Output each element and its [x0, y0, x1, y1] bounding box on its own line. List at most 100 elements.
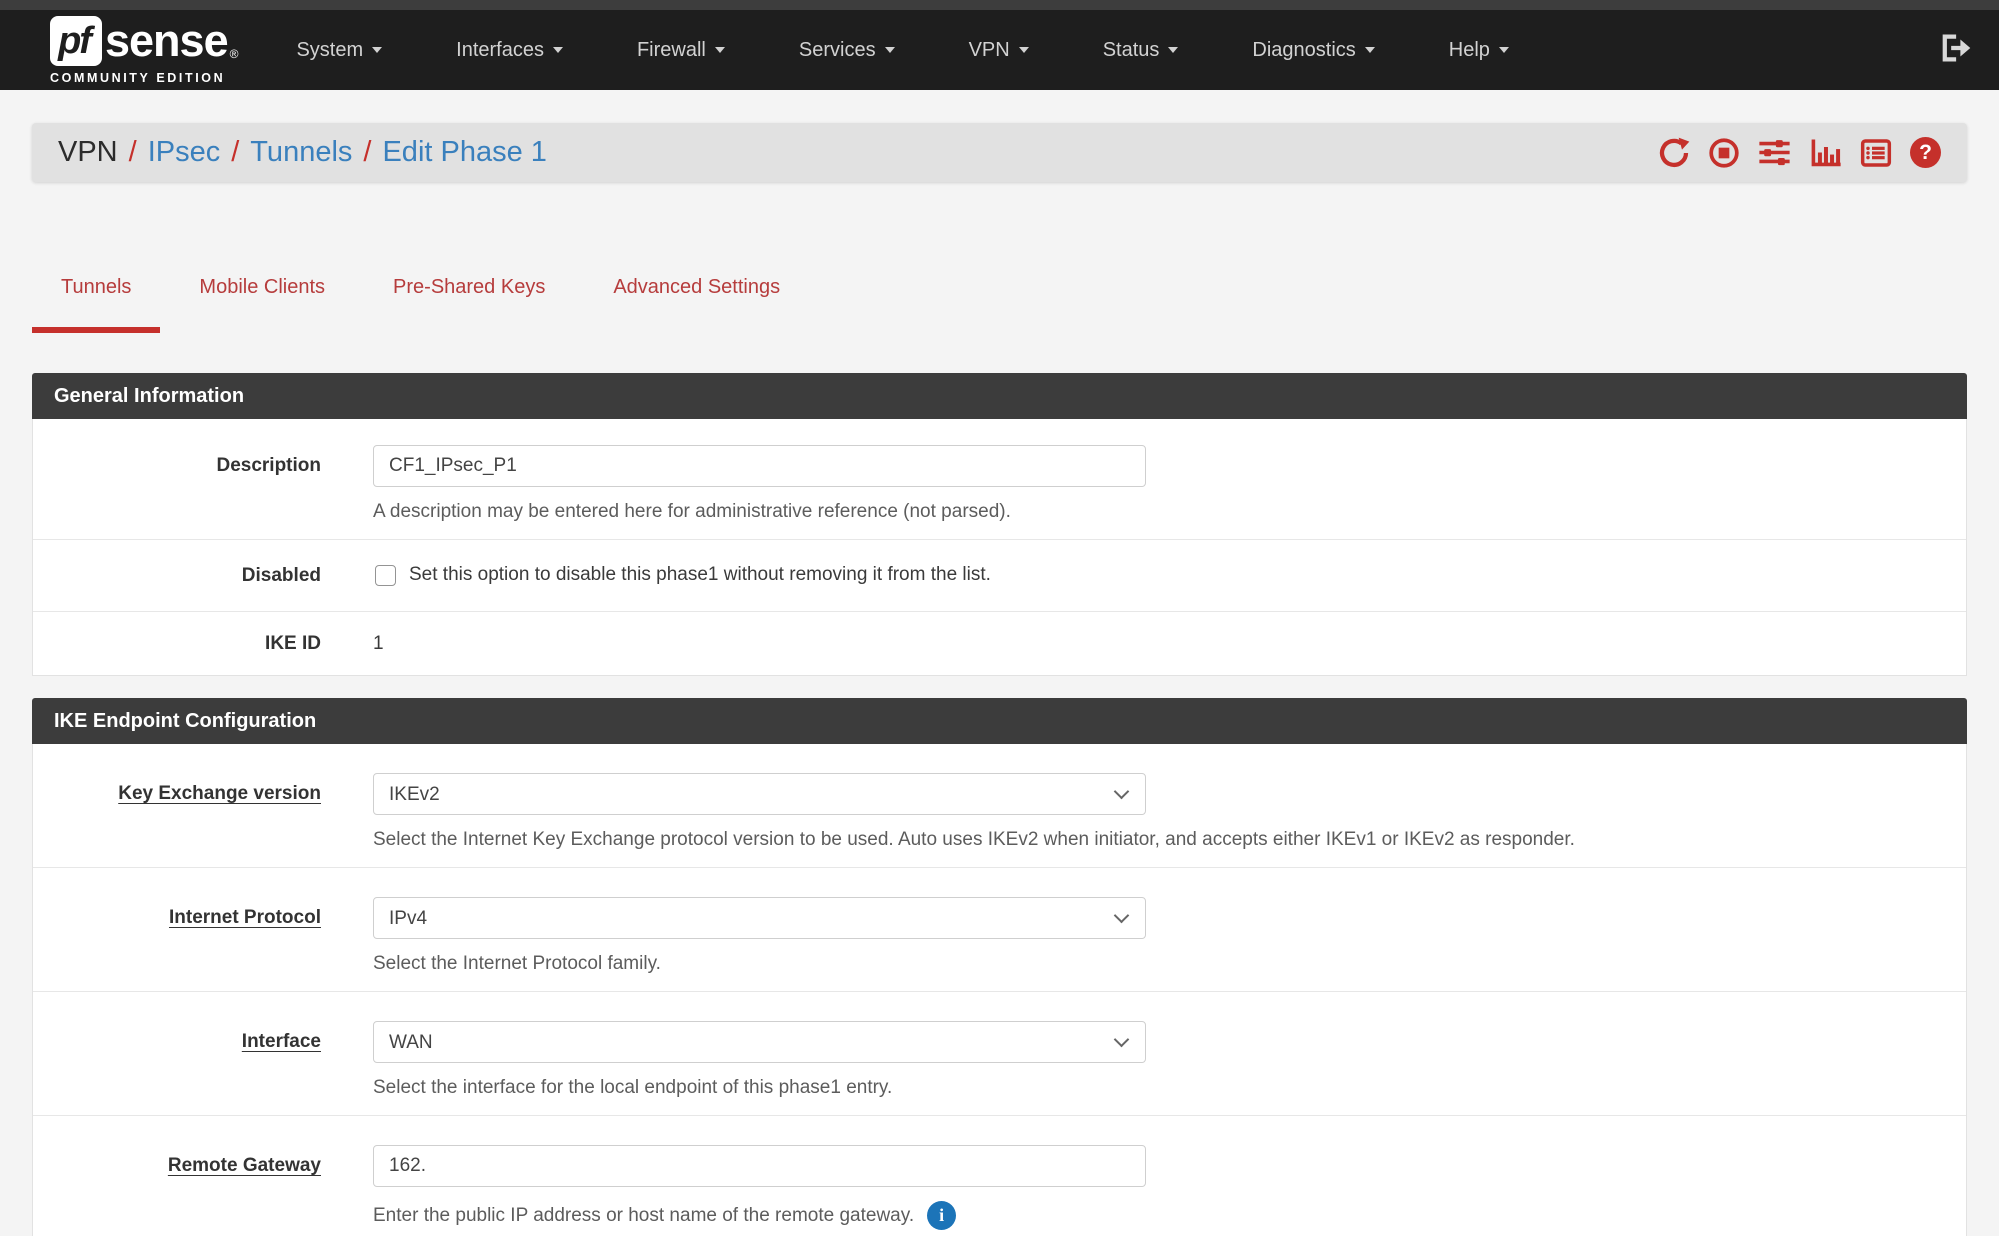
internet-protocol-help: Select the Internet Protocol family. [373, 953, 1966, 975]
disabled-checkbox-row: Set this option to disable this phase1 w… [373, 564, 1966, 586]
nav-item-interfaces[interactable]: Interfaces [456, 39, 563, 62]
breadcrumb-separator: / [363, 136, 371, 169]
pfsense-logo-pf-box: pf [50, 16, 102, 66]
nav-item-services[interactable]: Services [799, 39, 895, 62]
form-row-remote-gateway: Remote Gateway Enter the public IP addre… [33, 1116, 1966, 1236]
stop-icon[interactable] [1708, 137, 1740, 169]
internet-protocol-field: IPv4 Select the Internet Protocol family… [373, 897, 1966, 975]
interface-label: Interface [33, 1021, 321, 1099]
breadcrumb-separator: / [129, 136, 137, 169]
help-icon-glyph: ? [1910, 137, 1941, 168]
help-icon[interactable]: ? [1910, 137, 1941, 168]
tab-tunnels[interactable]: Tunnels [32, 268, 160, 333]
ike-endpoint-panel: Key Exchange version IKEv2 Select the In… [32, 744, 1967, 1236]
form-row-key-exchange: Key Exchange version IKEv2 Select the In… [33, 744, 1966, 868]
remote-gateway-input[interactable] [373, 1145, 1146, 1187]
tab-bar: Tunnels Mobile Clients Pre-Shared Keys A… [32, 182, 1967, 333]
remote-gateway-field: Enter the public IP address or host name… [373, 1145, 1966, 1230]
nav-item-vpn[interactable]: VPN [969, 39, 1029, 62]
registered-mark: ® [230, 47, 239, 61]
interface-field: WAN Select the interface for the local e… [373, 1021, 1966, 1099]
description-label: Description [33, 445, 321, 523]
breadcrumb-link-tunnels[interactable]: Tunnels [250, 136, 352, 169]
remote-gateway-help-row: Enter the public IP address or host name… [373, 1201, 1966, 1230]
disabled-label: Disabled [33, 564, 321, 587]
general-information-header: General Information [32, 373, 1967, 419]
nav-item-system[interactable]: System [296, 39, 382, 62]
ike-id-label: IKE ID [33, 632, 321, 655]
breadcrumb-action-icons: ? [1658, 136, 1941, 169]
caret-down-icon [715, 47, 725, 53]
interface-select[interactable]: WAN [373, 1021, 1146, 1063]
description-input[interactable] [373, 445, 1146, 487]
caret-down-icon [1168, 47, 1178, 53]
nav-item-system-label: System [296, 39, 363, 62]
key-exchange-select[interactable]: IKEv2 [373, 773, 1146, 815]
refresh-icon[interactable] [1658, 137, 1690, 169]
breadcrumb-item-vpn: VPN [58, 136, 118, 169]
nav-item-status[interactable]: Status [1103, 39, 1179, 62]
logout-button[interactable] [1937, 31, 1971, 70]
nav-item-services-label: Services [799, 39, 876, 62]
nav-item-firewall[interactable]: Firewall [637, 39, 725, 62]
description-field: A description may be entered here for ad… [373, 445, 1966, 523]
caret-down-icon [372, 47, 382, 53]
caret-down-icon [553, 47, 563, 53]
nav-item-diagnostics[interactable]: Diagnostics [1252, 39, 1374, 62]
nav-item-help-label: Help [1449, 39, 1490, 62]
form-row-description: Description A description may be entered… [33, 419, 1966, 540]
form-row-ike-id: IKE ID 1 [33, 612, 1966, 675]
ike-id-value: 1 [373, 632, 1966, 655]
breadcrumb-bar: VPN / IPsec / Tunnels / Edit Phase 1 [32, 123, 1967, 182]
interface-select-wrap: WAN [373, 1021, 1146, 1063]
key-exchange-select-wrap: IKEv2 [373, 773, 1146, 815]
pfsense-logo-sense: sense [105, 15, 228, 67]
disabled-checkbox-text: Set this option to disable this phase1 w… [409, 564, 991, 586]
breadcrumb-link-edit-phase-1[interactable]: Edit Phase 1 [382, 136, 546, 169]
caret-down-icon [1365, 47, 1375, 53]
window-top-strip [0, 0, 1999, 10]
pfsense-logo-row: pf sense ® [50, 15, 238, 67]
form-row-disabled: Disabled Set this option to disable this… [33, 540, 1966, 612]
tab-advanced-settings[interactable]: Advanced Settings [584, 268, 809, 333]
caret-down-icon [1499, 47, 1509, 53]
breadcrumb: VPN / IPsec / Tunnels / Edit Phase 1 [58, 136, 547, 169]
ike-endpoint-section: IKE Endpoint Configuration Key Exchange … [32, 698, 1967, 1236]
main-navbar: pf sense ® COMMUNITY EDITION System Inte… [0, 10, 1999, 90]
nav-item-help[interactable]: Help [1449, 39, 1509, 62]
pfsense-logo[interactable]: pf sense ® COMMUNITY EDITION [50, 15, 238, 85]
bar-chart-icon[interactable] [1809, 136, 1842, 169]
disabled-checkbox[interactable] [375, 565, 396, 586]
general-information-section: General Information Description A descri… [32, 373, 1967, 676]
logout-icon [1937, 31, 1971, 70]
disabled-field: Set this option to disable this phase1 w… [373, 564, 1966, 587]
internet-protocol-select[interactable]: IPv4 [373, 897, 1146, 939]
ike-endpoint-header: IKE Endpoint Configuration [32, 698, 1967, 744]
nav-item-diagnostics-label: Diagnostics [1252, 39, 1355, 62]
form-row-interface: Interface WAN Select the interface for t… [33, 992, 1966, 1116]
key-exchange-field: IKEv2 Select the Internet Key Exchange p… [373, 773, 1966, 851]
internet-protocol-select-wrap: IPv4 [373, 897, 1146, 939]
nav-item-interfaces-label: Interfaces [456, 39, 544, 62]
description-help: A description may be entered here for ad… [373, 501, 1966, 523]
nav-item-vpn-label: VPN [969, 39, 1010, 62]
remote-gateway-label: Remote Gateway [33, 1145, 321, 1230]
remote-gateway-help: Enter the public IP address or host name… [373, 1205, 914, 1227]
community-edition-tagline: COMMUNITY EDITION [50, 71, 238, 85]
sliders-icon[interactable] [1758, 136, 1791, 169]
internet-protocol-label: Internet Protocol [33, 897, 321, 975]
nav-item-status-label: Status [1103, 39, 1160, 62]
caret-down-icon [1019, 47, 1029, 53]
tab-mobile-clients[interactable]: Mobile Clients [170, 268, 354, 333]
navbar-menu: System Interfaces Firewall Services VPN … [296, 39, 1508, 62]
form-row-internet-protocol: Internet Protocol IPv4 Select the Intern… [33, 868, 1966, 992]
info-icon[interactable]: i [927, 1201, 956, 1230]
ike-id-field: 1 [373, 632, 1966, 655]
general-information-panel: Description A description may be entered… [32, 419, 1967, 676]
key-exchange-help: Select the Internet Key Exchange protoco… [373, 829, 1966, 851]
log-icon[interactable] [1860, 137, 1892, 169]
pfsense-logo-pf: pf [58, 20, 90, 63]
breadcrumb-link-ipsec[interactable]: IPsec [148, 136, 221, 169]
tab-pre-shared-keys[interactable]: Pre-Shared Keys [364, 268, 574, 333]
nav-item-firewall-label: Firewall [637, 39, 706, 62]
